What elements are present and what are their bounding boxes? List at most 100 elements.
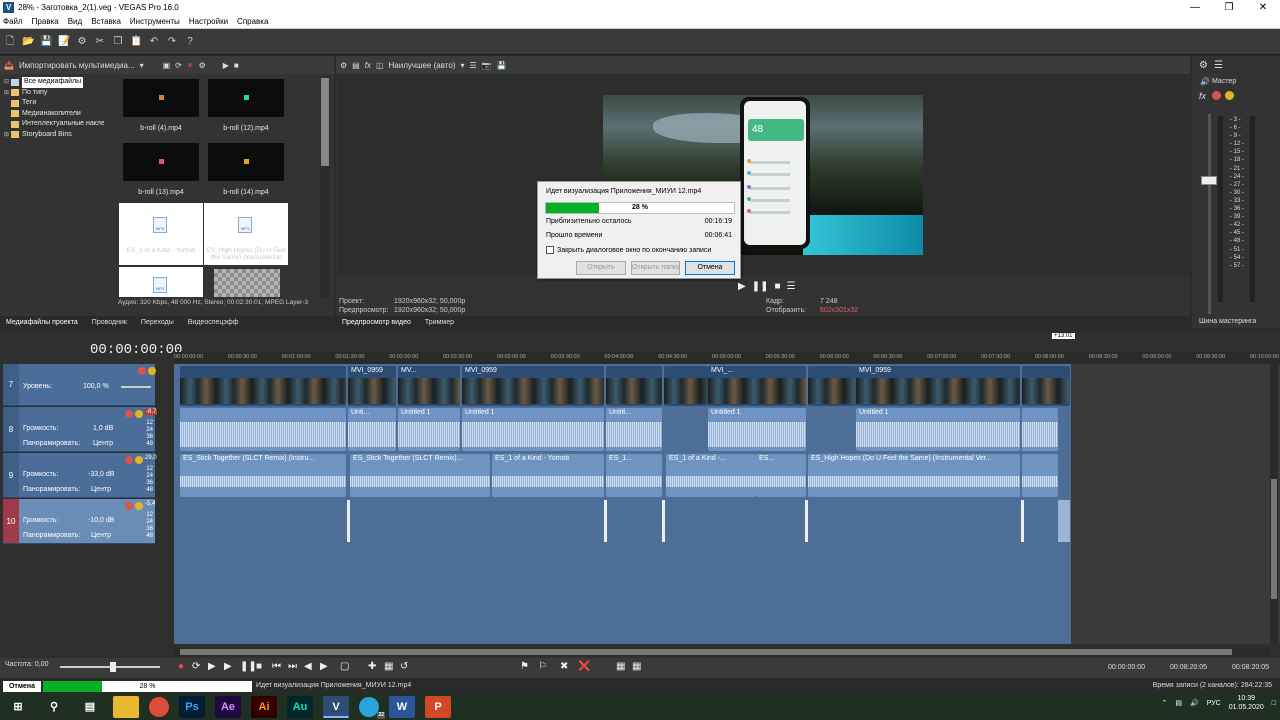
minimize-button[interactable]: —	[1178, 0, 1212, 15]
save-snapshot-icon[interactable]: 💾	[497, 61, 507, 70]
ripple-icon[interactable]: ↺	[400, 661, 408, 672]
sfx-marker[interactable]	[347, 500, 350, 542]
expander-icon[interactable]: ⊟	[4, 77, 11, 88]
sfx-marker[interactable]	[662, 500, 665, 542]
file-explorer-icon[interactable]	[113, 695, 139, 718]
music-clip[interactable]: ES_Stick Together (SLCT Remix) (Instru..…	[180, 454, 346, 497]
mute-icon[interactable]	[125, 410, 133, 418]
illustrator-icon[interactable]: Ai	[251, 695, 277, 718]
capture-icon[interactable]: ▣	[163, 61, 171, 70]
track-header-audio-selected[interactable]: 10 -5,4 Громкость: -10,0 dB Панорамирова…	[3, 499, 155, 544]
split-screen-icon[interactable]: ◫	[376, 61, 384, 70]
checkbox-box[interactable]	[546, 246, 554, 254]
rate-slider-handle[interactable]	[110, 662, 116, 672]
loop-icon[interactable]: ⟳	[192, 661, 200, 672]
record-icon[interactable]: ●	[178, 661, 184, 672]
master-solo-icon[interactable]	[1225, 91, 1234, 100]
music-clip[interactable]: ES_1 of a Kind - Yomoti	[492, 454, 604, 497]
vegas-icon[interactable]: V	[323, 695, 349, 718]
network-icon[interactable]: ▤	[1175, 699, 1182, 707]
master-bus-tab[interactable]: Шина мастеринга	[1199, 318, 1256, 325]
help-icon[interactable]: ?	[184, 36, 196, 48]
cut-icon[interactable]: ✂	[94, 36, 106, 48]
prev-frame-icon[interactable]: ◀	[304, 661, 312, 672]
video-clip[interactable]	[664, 366, 708, 406]
master-settings-icon[interactable]: ⚙	[1199, 60, 1208, 71]
audio-clip[interactable]	[1022, 408, 1058, 451]
solo-icon[interactable]	[148, 367, 156, 375]
track-header-audio[interactable]: 8 -8,7 Громкость: 1,0 dB Панорамировать:…	[3, 407, 158, 452]
audio-thumb[interactable]: MP3 ES_High Hopes (Do U Feel the Same) (…	[204, 203, 288, 265]
audio-clip[interactable]: Untitled 1	[462, 408, 604, 451]
master-fx-icon[interactable]: fx	[1199, 91, 1206, 101]
video-clip[interactable]: MV...	[398, 366, 460, 406]
media-thumb[interactable]: b-roll (13).mp4	[123, 143, 199, 196]
menu-file[interactable]: Файл	[3, 17, 23, 26]
scrollbar-thumb[interactable]	[180, 649, 1232, 655]
pause-icon[interactable]: ❚❚	[240, 661, 257, 672]
transparent-thumb[interactable]	[214, 269, 280, 297]
media-thumb[interactable]: b-roll (4).mp4	[123, 79, 199, 132]
import-media-button[interactable]: Импортировать мультимедиа...	[19, 61, 135, 70]
next-frame-icon[interactable]: ▶	[320, 661, 328, 672]
properties-gear-icon[interactable]: ⚙	[76, 36, 88, 48]
clock[interactable]: 10:39 01.05.2020	[1229, 694, 1264, 712]
video-clip[interactable]	[1022, 366, 1070, 406]
tab-video-fx[interactable]: Видеоспецэфф	[188, 319, 239, 326]
play-preview-icon[interactable]: ▶	[223, 61, 229, 70]
mute-icon[interactable]	[125, 502, 133, 510]
auto-crossfade-icon[interactable]: ✖	[560, 661, 568, 672]
tree-item-storyboard-bins[interactable]: ⊞ Storyboard Bins	[4, 130, 114, 141]
menu-edit[interactable]: Правка	[32, 17, 59, 26]
tab-project-media[interactable]: Медиафайлы проекта	[6, 319, 78, 326]
master-menu-icon[interactable]: ☰	[1214, 60, 1223, 71]
preview-settings-icon[interactable]: ⚙	[340, 61, 347, 70]
volume-icon[interactable]: 🔊	[1190, 699, 1199, 707]
snap-icon[interactable]: ▦	[384, 661, 393, 672]
scrollbar-thumb[interactable]	[1271, 479, 1277, 599]
stop-icon[interactable]: ■	[256, 661, 262, 672]
music-clip[interactable]: ES_Stick Together (SLCT Remix)...	[350, 454, 490, 497]
go-to-start-icon[interactable]: ⏮	[272, 661, 281, 672]
master-mute-icon[interactable]	[1212, 91, 1221, 100]
audio-clip[interactable]: Untitled 1	[398, 408, 460, 451]
envelope-tool-icon[interactable]: ✚	[368, 661, 376, 672]
tab-video-preview[interactable]: Предпросмотр видео	[342, 319, 411, 326]
timeline-horizontal-scrollbar[interactable]	[174, 648, 1270, 656]
mute-icon[interactable]	[138, 367, 146, 375]
refresh-icon[interactable]: ⟳	[175, 61, 182, 70]
tab-trimmer[interactable]: Триммер	[425, 319, 454, 326]
paste-icon[interactable]: 📋	[130, 36, 142, 48]
powerpoint-icon[interactable]: P	[425, 695, 451, 718]
undo-icon[interactable]: ↶	[148, 36, 160, 48]
dropdown-icon[interactable]: ▾	[460, 61, 464, 70]
sfx-marker[interactable]	[805, 500, 808, 542]
snapshot-icon[interactable]: 📷	[482, 61, 492, 70]
video-clip[interactable]	[180, 366, 346, 406]
solo-icon[interactable]	[135, 456, 143, 464]
video-clip[interactable]: MVI_0959	[462, 366, 604, 406]
sfx-marker[interactable]	[604, 500, 607, 542]
save-icon[interactable]: 💾	[40, 36, 52, 48]
quality-dropdown[interactable]: Наилучшее (авто)	[389, 61, 456, 70]
edit-tool-icon[interactable]: ▢	[340, 661, 349, 672]
close-on-finish-checkbox[interactable]: Закрыть диалоговое окно по окончанию зап…	[546, 246, 711, 254]
tray-arrow-icon[interactable]: ⌃	[1161, 699, 1167, 707]
video-clip[interactable]: MVI_0959	[856, 366, 1020, 406]
pause-icon[interactable]: ❚❚	[752, 281, 769, 292]
music-clip[interactable]: ES...	[756, 454, 806, 497]
menu-help[interactable]: Справка	[237, 17, 268, 26]
tree-item-by-type[interactable]: ⊞ По типу	[4, 88, 114, 99]
tree-item-smart-bins[interactable]: Интеллектуальные наклейки	[4, 119, 114, 130]
menu-insert[interactable]: Вставка	[91, 17, 121, 26]
audio-clip[interactable]: Unti...	[348, 408, 396, 451]
maximize-button[interactable]: ❐	[1212, 0, 1246, 15]
media-thumb[interactable]: b-roll (12).mp4	[208, 79, 284, 132]
menu-view[interactable]: Вид	[68, 17, 82, 26]
marker-icon[interactable]: ⚑	[520, 661, 529, 672]
zoom-icon[interactable]: ▦	[632, 661, 641, 672]
word-icon[interactable]: W	[389, 695, 415, 718]
timeline-vertical-scrollbar[interactable]	[1270, 364, 1278, 644]
import-media-icon[interactable]: 📥	[4, 61, 14, 70]
preview-device-icon[interactable]: ▤	[352, 61, 360, 70]
